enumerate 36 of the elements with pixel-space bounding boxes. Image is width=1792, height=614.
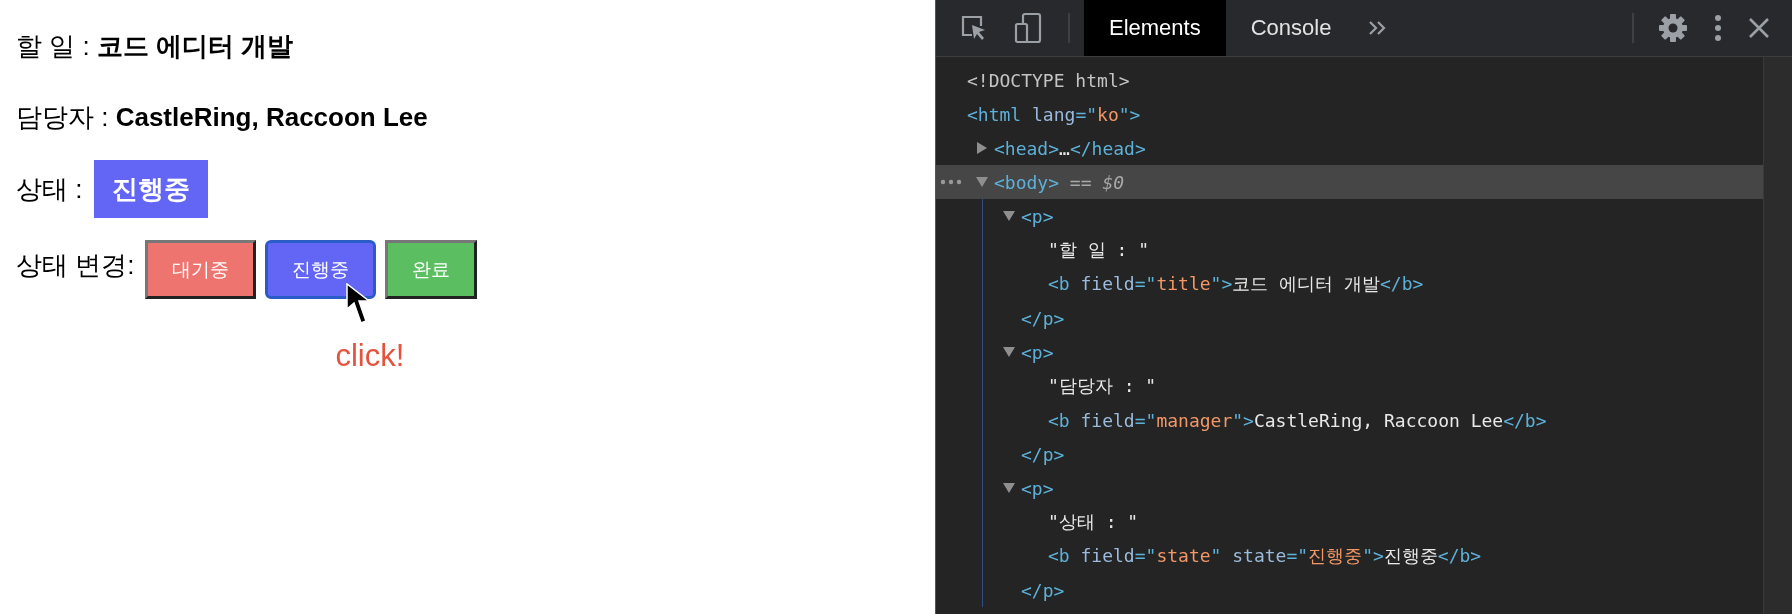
state-button[interactable]: 진행중 <box>265 240 377 299</box>
code-line[interactable]: <head>…</head> <box>994 137 1146 159</box>
code-line[interactable]: "할 일 : " <box>1048 238 1150 262</box>
code-line[interactable]: <html lang="ko"> <box>967 103 1141 125</box>
code-line[interactable]: <b field="title">코드 에디터 개발</b> <box>1048 272 1424 296</box>
expand-triangle-icon[interactable] <box>1003 346 1015 358</box>
close-icon[interactable] <box>1748 17 1770 39</box>
field-text: 할 일 : 코드 에디터 개발 <box>16 29 294 63</box>
code-line[interactable]: <b field="state" state="진행중">진행중</b> <box>1048 544 1482 568</box>
expand-triangle-icon[interactable] <box>1003 482 1015 494</box>
devtools-tab[interactable]: Console <box>1225 0 1357 56</box>
more-dots-icon[interactable] <box>940 179 962 185</box>
click-annotation: click! <box>335 338 405 374</box>
scrollbar[interactable] <box>1763 57 1792 614</box>
expand-triangle-icon[interactable] <box>976 176 988 188</box>
code-line[interactable]: </p> <box>1021 443 1065 465</box>
state-label: 상태 : <box>16 172 83 206</box>
code-line[interactable]: <b field="manager">CastleRing, Raccoon Lee</b> <box>1048 409 1547 431</box>
code-line[interactable]: <!DOCTYPE html> <box>967 69 1130 91</box>
settings-icon[interactable] <box>1658 13 1688 43</box>
more-options-icon[interactable] <box>1714 14 1722 42</box>
change-state-label: 상태 변경: <box>16 249 135 282</box>
expand-triangle-icon[interactable] <box>1003 210 1015 222</box>
state-badge: 진행중 <box>94 160 209 218</box>
code-line[interactable]: <body> == $0 <box>994 171 1125 193</box>
code-line[interactable]: <p> <box>1021 205 1054 227</box>
expand-triangle-icon[interactable] <box>976 142 988 154</box>
code-line[interactable]: <p> <box>1021 341 1054 363</box>
code-line[interactable]: </p> <box>1021 307 1065 329</box>
device-toggle-icon[interactable] <box>1014 12 1042 44</box>
code-line[interactable]: "상태 : " <box>1048 510 1139 534</box>
code-line[interactable]: <p> <box>1021 477 1054 499</box>
code-line[interactable]: </p> <box>1021 579 1065 601</box>
code-line[interactable]: "담당자 : " <box>1048 374 1157 398</box>
field-text: 담당자 : CastleRing, Raccoon Lee <box>16 100 428 134</box>
devtools-tab[interactable]: Elements <box>1084 0 1226 56</box>
